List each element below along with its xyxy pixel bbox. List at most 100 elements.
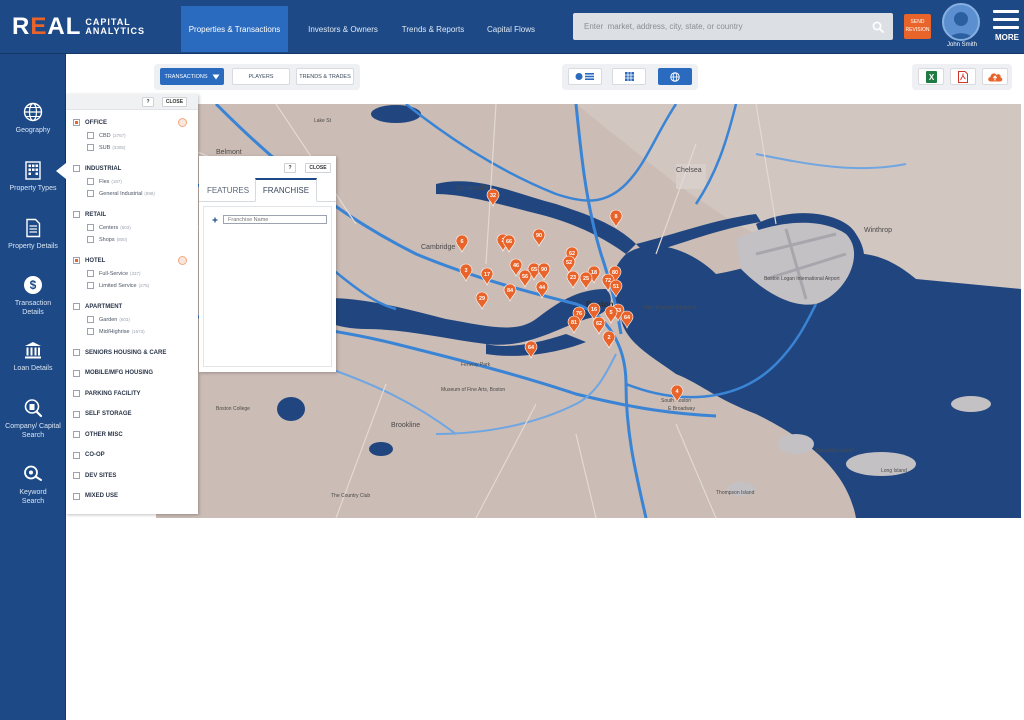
subcategory-item[interactable]: SUB (3305)	[87, 144, 125, 151]
checkbox[interactable]	[73, 257, 80, 264]
checkbox[interactable]	[87, 328, 94, 335]
excel-export-button[interactable]: X	[918, 68, 944, 85]
checkbox[interactable]	[73, 390, 80, 397]
map-label: Spectacle Island	[816, 448, 853, 454]
search-button[interactable]	[863, 13, 893, 40]
checkbox[interactable]	[73, 431, 80, 438]
checkbox[interactable]	[73, 303, 80, 310]
checkbox[interactable]	[73, 369, 80, 377]
checkbox[interactable]	[87, 190, 94, 197]
sidebar-item-company-capital-search[interactable]: Company/ Capital Search	[0, 398, 66, 440]
brand-logo[interactable]: REAL CAPITAL ANALYTICS	[12, 13, 145, 40]
nav-capital-flows[interactable]: Capital Flows	[478, 6, 544, 52]
category-label: INDUSTRIAL	[85, 165, 122, 172]
checkbox[interactable]	[73, 410, 80, 418]
trends-trades-button[interactable]: TRENDS & TRADES	[296, 68, 354, 85]
checkbox[interactable]	[87, 270, 94, 277]
marker-label: 81	[571, 320, 577, 326]
pdf-export-button[interactable]	[950, 68, 976, 85]
marker-label: 44	[539, 285, 546, 291]
sidebar-item-geography[interactable]: Geography	[0, 102, 66, 135]
subcategory-item[interactable]: Flex (187)	[87, 178, 122, 185]
close-button[interactable]: CLOSE	[162, 97, 187, 107]
checkbox[interactable]	[87, 236, 94, 243]
subcategory-item[interactable]: Mid/Highrise (1673)	[87, 328, 145, 335]
checkbox[interactable]	[73, 472, 80, 479]
marker-label: 32	[490, 193, 496, 199]
checkbox[interactable]	[87, 144, 94, 151]
sidebar-item-keyword-search[interactable]: Keyword Search	[0, 464, 66, 506]
subcategory-item[interactable]: Centers (603)	[87, 224, 131, 231]
map-label: Winthrop	[864, 227, 892, 234]
sidebar-item-transaction-details[interactable]: $ Transaction Details	[0, 275, 66, 317]
sidebar-item-loan-details[interactable]: Loan Details	[0, 340, 66, 373]
category-label: MIXED USE	[85, 493, 119, 499]
category-apartment[interactable]: APARTMENT	[73, 303, 122, 310]
subcategory-label: General Industrial	[99, 190, 143, 197]
checkbox[interactable]	[73, 211, 80, 218]
checkbox[interactable]	[87, 316, 94, 323]
checkbox[interactable]	[87, 224, 94, 231]
franchise-name-input[interactable]	[223, 215, 327, 224]
category-retail[interactable]: RETAIL	[73, 211, 106, 218]
category-seniors-housing-care[interactable]: SENIORS HOUSING & CARE	[73, 349, 166, 356]
marker-label: 90	[541, 267, 547, 273]
category-self-storage[interactable]: SELF STORAGE	[73, 410, 132, 418]
sidebar-item-property-details[interactable]: Property Details	[0, 218, 66, 251]
toolbar: TRANSACTIONS PLAYERS TRENDS & TRADES X	[66, 54, 1024, 104]
subcategory-item[interactable]: General Industrial (898)	[87, 190, 155, 197]
checkbox[interactable]	[73, 451, 80, 459]
checkbox[interactable]	[73, 165, 80, 172]
add-icon[interactable]	[212, 217, 218, 223]
map-label: Brookline	[391, 422, 420, 429]
user-name[interactable]: John Smith	[936, 42, 988, 48]
players-button[interactable]: PLAYERS	[232, 68, 290, 85]
checkbox[interactable]	[73, 492, 80, 500]
subcategory-count: (898)	[144, 191, 155, 196]
help-button[interactable]: ?	[142, 97, 154, 107]
category-parking-facility[interactable]: PARKING FACILITY	[73, 390, 141, 397]
subcategory-item[interactable]: Garden (603)	[87, 316, 130, 323]
user-avatar[interactable]	[942, 3, 980, 41]
marker-label: 25	[583, 276, 589, 282]
cloud-upload-button[interactable]	[982, 68, 1008, 85]
checkbox[interactable]	[87, 132, 94, 139]
category-mixed-use[interactable]: MIXED USE	[73, 492, 119, 500]
checkbox[interactable]	[73, 349, 80, 356]
tab-franchise[interactable]: FRANCHISE	[255, 178, 317, 202]
tab-features[interactable]: FEATURES	[202, 178, 254, 202]
grid-view-button[interactable]	[612, 68, 646, 85]
subcategory-item[interactable]: Shops (800)	[87, 236, 127, 243]
help-button[interactable]: ?	[284, 163, 296, 173]
checkbox[interactable]	[73, 119, 80, 126]
category-other-misc[interactable]: OTHER MISC	[73, 431, 123, 438]
map-label: Boston Logan International Airport	[764, 276, 840, 282]
send-revision-button[interactable]: SEND REVISION	[904, 14, 931, 39]
category-dev-sites[interactable]: DEV SITES	[73, 472, 116, 479]
close-button[interactable]: CLOSE	[305, 163, 331, 173]
transactions-dropdown[interactable]: TRANSACTIONS	[160, 68, 224, 85]
map-list-view-button[interactable]	[568, 68, 602, 85]
category-co-op[interactable]: CO-OP	[73, 451, 105, 459]
nav-trends-reports[interactable]: Trends & Reports	[394, 6, 472, 52]
checkbox[interactable]	[87, 178, 94, 185]
hamburger-icon	[993, 10, 1019, 13]
category-hotel[interactable]: HOTEL	[73, 257, 105, 264]
subcategory-item[interactable]: CBD (2767)	[87, 132, 126, 139]
search-input[interactable]	[573, 13, 863, 40]
subcategory-item[interactable]: Limited Service (275)	[87, 282, 149, 289]
category-label: DEV SITES	[85, 472, 117, 479]
category-office[interactable]: OFFICE	[73, 119, 107, 126]
nav-properties-transactions[interactable]: Properties & Transactions	[181, 6, 288, 52]
category-mobile-mfg-housing[interactable]: MOBILE/MFG HOUSING	[73, 369, 153, 377]
map-label: Lake St	[314, 118, 332, 124]
nav-investors-owners[interactable]: Investors & Owners	[296, 6, 390, 52]
globe-view-button[interactable]	[658, 68, 692, 85]
subcategory-item[interactable]: Full-Service (337)	[87, 270, 141, 277]
category-industrial[interactable]: INDUSTRIAL	[73, 165, 121, 172]
phone-icon[interactable]	[178, 118, 187, 127]
more-menu-button[interactable]: MORE	[993, 10, 1021, 42]
phone-icon[interactable]	[178, 256, 187, 265]
marker-label: 66	[506, 239, 512, 245]
checkbox[interactable]	[87, 282, 94, 289]
